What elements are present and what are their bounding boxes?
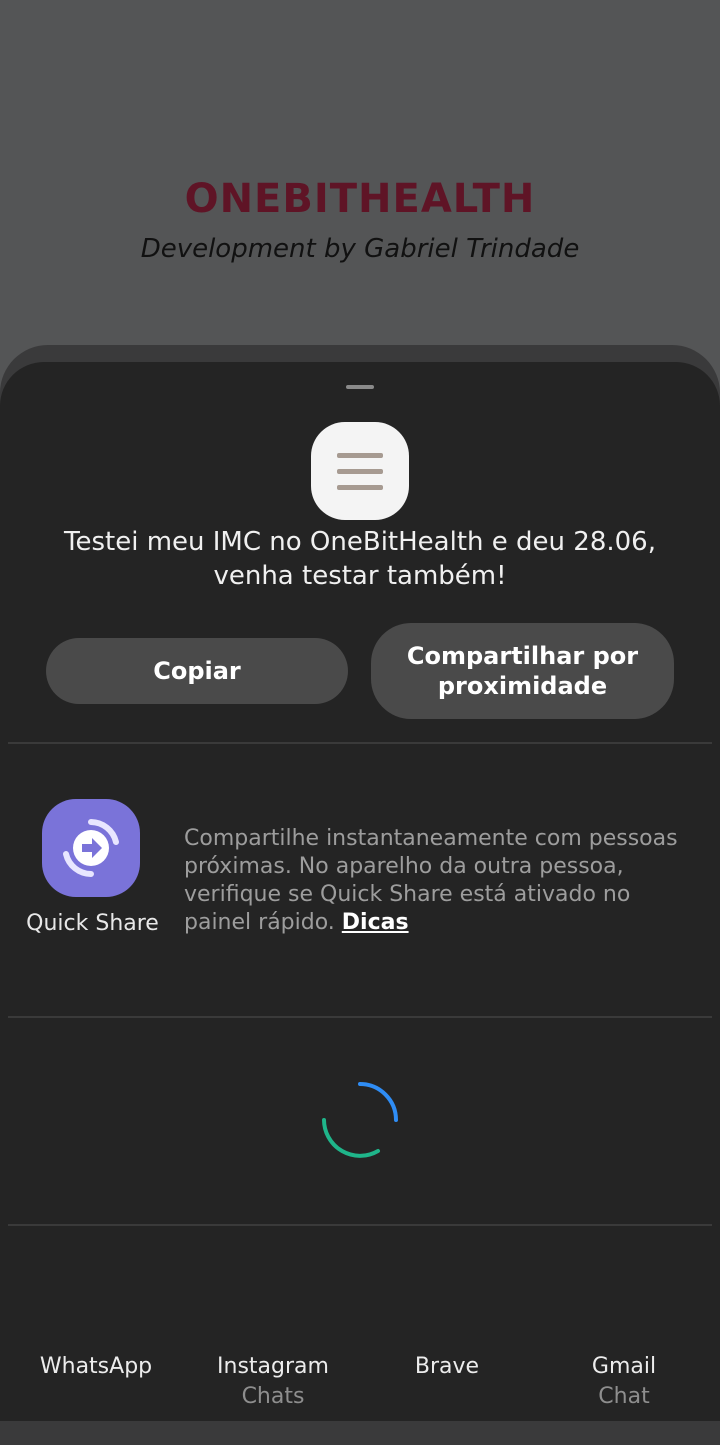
app-title: ONEBITHEALTH [184, 176, 536, 222]
share-target-gmail[interactable]: Gmail Chat [534, 1352, 714, 1412]
share-target-whatsapp[interactable]: WhatsApp [6, 1352, 186, 1382]
share-target-brave[interactable]: Brave [357, 1352, 537, 1382]
share-target-sub: Chats [241, 1384, 305, 1409]
share-message: Testei meu IMC no OneBitHealth e deu 28.… [64, 527, 656, 591]
share-target-instagram[interactable]: Instagram Chats [183, 1352, 363, 1412]
nearby-share-button[interactable]: Compartilhar por proximidade [371, 623, 674, 719]
share-target-name: Gmail [591, 1354, 657, 1379]
quick-share-description: Compartilhe instantaneamente com pessoas… [184, 825, 684, 937]
share-target-name: WhatsApp [39, 1354, 153, 1379]
quick-share-label[interactable]: Quick Share [20, 911, 165, 936]
divider [8, 742, 712, 744]
share-target-sub: Chat [598, 1384, 650, 1409]
tips-link[interactable]: Dicas [342, 910, 409, 935]
divider [8, 1224, 712, 1226]
share-target-name: Brave [414, 1354, 480, 1379]
drag-handle[interactable] [346, 385, 374, 389]
menu-lines-icon [311, 422, 409, 520]
app-subtitle: Development by Gabriel Trindade [140, 234, 580, 264]
quick-share-icon[interactable] [42, 799, 140, 897]
share-sheet: Testei meu IMC no OneBitHealth e deu 28.… [0, 362, 720, 1421]
copy-button[interactable]: Copiar [46, 638, 348, 704]
spinner-icon [322, 1082, 398, 1158]
share-target-name: Instagram [217, 1354, 329, 1379]
quick-share-description-text: Compartilhe instantaneamente com pessoas… [184, 826, 678, 935]
divider [8, 1016, 712, 1018]
